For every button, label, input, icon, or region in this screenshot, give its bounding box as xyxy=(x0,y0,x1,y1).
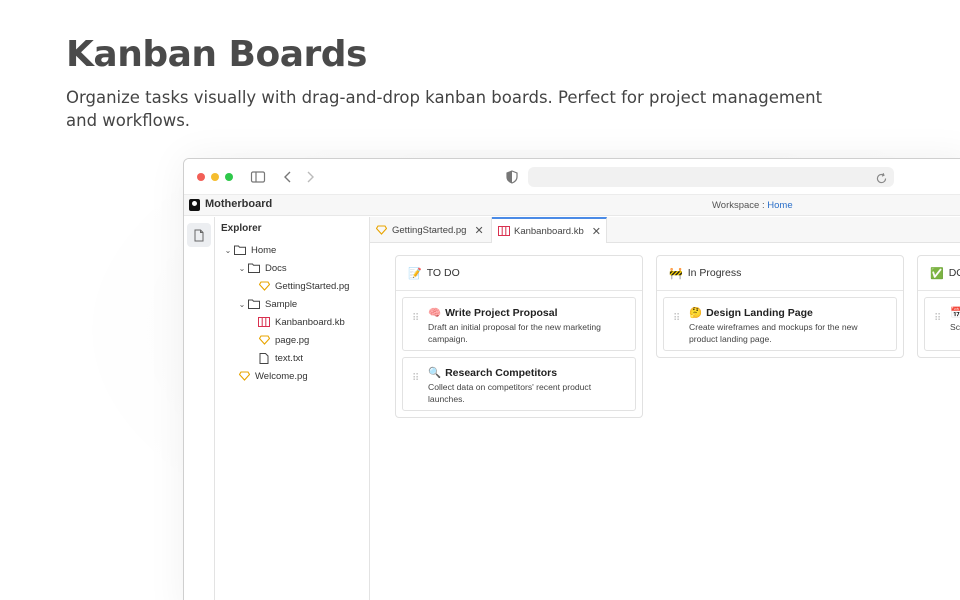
card-description: Sch pro xyxy=(950,322,960,332)
page-file-icon xyxy=(376,224,388,236)
back-icon[interactable] xyxy=(280,169,296,185)
explorer-toggle-button[interactable] xyxy=(187,223,211,247)
tree-item-label: GettingStarted.pg xyxy=(275,280,350,292)
kanban-card[interactable]: ⠿ 🔍 Research Competitors Collect data on … xyxy=(402,357,636,411)
folder-icon xyxy=(233,244,247,256)
kanban-file-icon xyxy=(257,316,271,328)
tree-item-docs[interactable]: ⌄ Docs xyxy=(237,260,287,276)
maximize-window-button[interactable] xyxy=(225,173,233,181)
close-window-button[interactable] xyxy=(197,173,205,181)
kanban-file-icon xyxy=(498,225,510,237)
calendar-icon: 📅 xyxy=(950,307,960,319)
chevron-down-icon[interactable]: ⌄ xyxy=(223,246,233,255)
kanban-board: 📝 TO DO ⠿ 🧠 Write Project Proposal Draft … xyxy=(370,243,960,600)
card-title: 🧠 Write Project Proposal xyxy=(428,306,558,319)
magnifier-icon: 🔍 xyxy=(428,367,442,379)
workspace-indicator: Workspace : Home xyxy=(712,200,793,211)
browser-window: Motherboard Workspace : Home Explorer ⌄ … xyxy=(183,158,960,600)
page-file-icon xyxy=(237,370,251,382)
memo-icon: 📝 xyxy=(408,267,422,280)
folder-icon xyxy=(247,298,261,310)
page-title: Kanban Boards xyxy=(66,34,367,75)
minimize-window-button[interactable] xyxy=(211,173,219,181)
card-title: 🤔 Design Landing Page xyxy=(689,306,813,319)
tab-gettingstarted[interactable]: GettingStarted.pg ✕ xyxy=(370,217,492,243)
tree-item-label: text.txt xyxy=(275,352,303,364)
tree-item-home[interactable]: ⌄ Home xyxy=(223,242,277,258)
kanban-card[interactable]: ⠿ 🧠 Write Project Proposal Draft an initi… xyxy=(402,297,636,351)
tree-item-welcome[interactable]: Welcome.pg xyxy=(237,368,308,384)
tree-item-page[interactable]: page.pg xyxy=(257,332,309,348)
page-file-icon xyxy=(257,280,271,292)
card-title-text: Write Project Proposal xyxy=(445,307,558,319)
text-file-icon xyxy=(257,352,271,364)
tree-item-text[interactable]: text.txt xyxy=(257,350,303,366)
tree-item-label: Sample xyxy=(265,298,298,310)
drag-handle-icon[interactable]: ⠿ xyxy=(934,314,942,324)
file-icon xyxy=(194,229,204,241)
column-header[interactable]: 🚧 In Progress xyxy=(657,256,903,291)
card-title-text: Design Landing Page xyxy=(706,307,813,319)
card-description: Create wireframes and mockups for the ne… xyxy=(689,322,858,344)
tree-item-label: Welcome.pg xyxy=(255,370,308,382)
tree-item-label: Home xyxy=(251,244,277,256)
card-description: Draft an initial proposal for the new ma… xyxy=(428,322,601,344)
construction-icon: 🚧 xyxy=(669,267,683,280)
editor-tabs: GettingStarted.pg ✕ Kanbanboard.kb ✕ xyxy=(370,217,960,243)
app-name: Motherboard xyxy=(205,198,273,210)
tab-label: Kanbanboard.kb xyxy=(514,225,584,237)
column-header[interactable]: 📝 TO DO xyxy=(396,256,642,291)
kanban-column-todo: 📝 TO DO ⠿ 🧠 Write Project Proposal Draft … xyxy=(395,255,643,418)
activity-bar xyxy=(184,217,215,600)
workspace-label: Workspace : xyxy=(712,200,768,211)
app-logo-icon xyxy=(189,199,200,211)
tree-item-kanbanboard[interactable]: Kanbanboard.kb xyxy=(257,314,345,330)
folder-icon xyxy=(247,262,261,274)
close-tab-icon[interactable]: ✕ xyxy=(592,225,601,238)
column-title: DO xyxy=(948,267,960,279)
drag-handle-icon[interactable]: ⠿ xyxy=(412,374,420,384)
explorer-title: Explorer xyxy=(221,223,262,234)
workspace-link[interactable]: Home xyxy=(767,200,792,211)
tree-item-label: Kanbanboard.kb xyxy=(275,316,345,328)
card-title-text: Research Competitors xyxy=(445,367,558,379)
tab-label: GettingStarted.pg xyxy=(392,224,467,236)
column-title: TO DO xyxy=(426,267,460,279)
drag-handle-icon[interactable]: ⠿ xyxy=(412,314,420,324)
tree-item-label: page.pg xyxy=(275,334,310,346)
tree-item-label: Docs xyxy=(265,262,287,274)
drag-handle-icon[interactable]: ⠿ xyxy=(673,314,681,324)
privacy-shield-icon[interactable] xyxy=(504,169,520,185)
app-header: Motherboard Workspace : Home xyxy=(184,195,960,216)
column-header[interactable]: ✅ DO xyxy=(918,256,960,291)
card-title: 📅 xyxy=(950,306,960,319)
tree-item-gettingstarted[interactable]: GettingStarted.pg xyxy=(257,278,349,294)
page-file-icon xyxy=(257,334,271,346)
tab-kanbanboard[interactable]: Kanbanboard.kb ✕ xyxy=(492,217,607,243)
address-bar[interactable] xyxy=(528,167,894,187)
kanban-column-done: ✅ DO ⠿ 📅 Sch pro xyxy=(917,255,960,358)
check-mark-icon: ✅ xyxy=(930,267,944,280)
chevron-down-icon[interactable]: ⌄ xyxy=(237,300,247,309)
chevron-down-icon[interactable]: ⌄ xyxy=(237,264,247,273)
file-explorer: Explorer ⌄ Home ⌄ Docs GettingStarted.pg… xyxy=(215,217,370,600)
card-description: Collect data on competitors' recent prod… xyxy=(428,382,592,404)
brain-icon: 🧠 xyxy=(428,307,442,319)
kanban-column-in-progress: 🚧 In Progress ⠿ 🤔 Design Landing Page Cre… xyxy=(656,255,904,358)
page-description: Organize tasks visually with drag-and-dr… xyxy=(66,88,823,130)
tree-item-sample[interactable]: ⌄ Sample xyxy=(237,296,298,312)
browser-toolbar xyxy=(184,159,960,195)
column-title: In Progress xyxy=(687,267,742,279)
card-title: 🔍 Research Competitors xyxy=(428,366,557,379)
kanban-card[interactable]: ⠿ 🤔 Design Landing Page Create wireframes… xyxy=(663,297,897,351)
reload-icon[interactable] xyxy=(875,170,888,184)
kanban-card[interactable]: ⠿ 📅 Sch pro xyxy=(924,297,960,351)
close-tab-icon[interactable]: ✕ xyxy=(474,224,483,237)
thinking-face-icon: 🤔 xyxy=(689,307,703,319)
forward-icon[interactable] xyxy=(302,169,318,185)
sidebar-toggle-icon[interactable] xyxy=(250,169,266,185)
